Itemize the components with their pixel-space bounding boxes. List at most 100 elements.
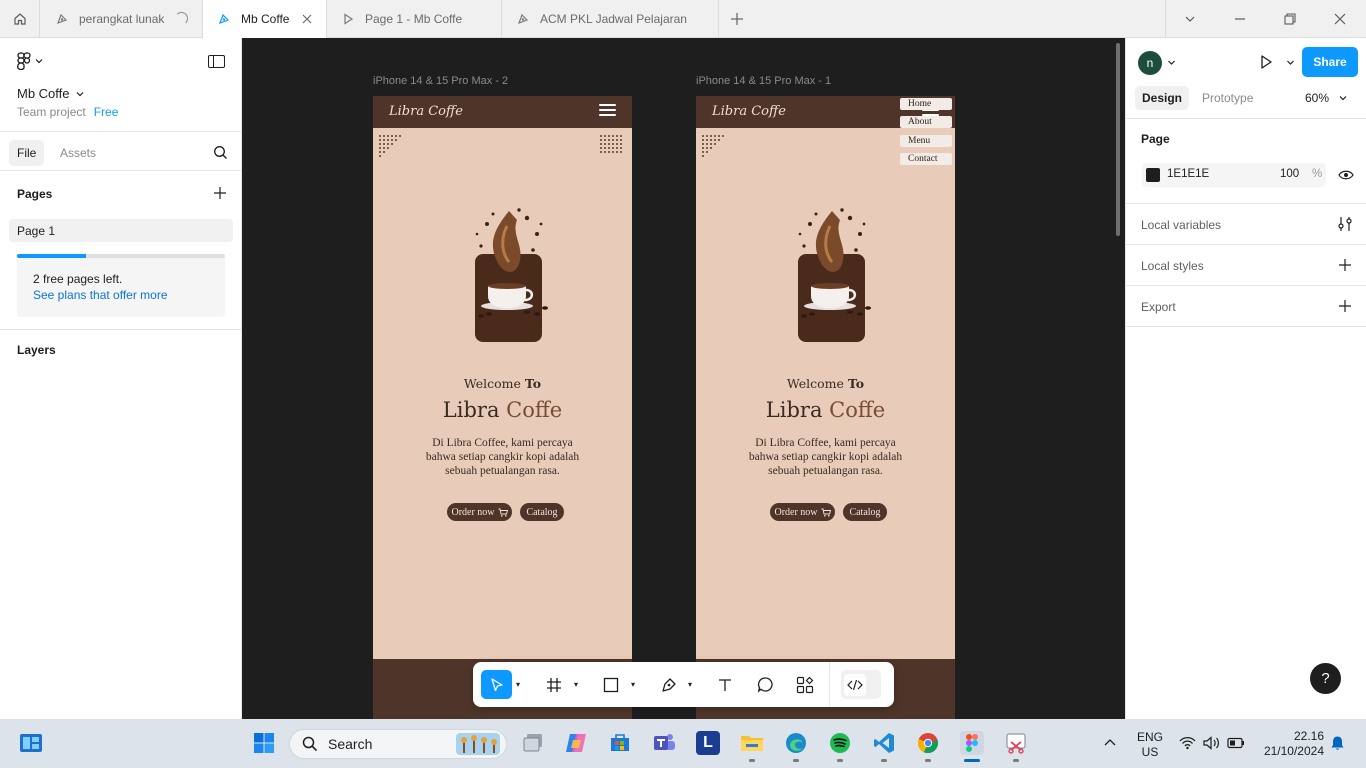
nav-item-home: Home: [900, 98, 952, 110]
home-tab[interactable]: [0, 0, 40, 38]
chevron-down-icon[interactable]: [1181, 10, 1199, 28]
opacity-value[interactable]: 100: [1280, 168, 1299, 180]
order-now-button: Order now: [447, 503, 512, 521]
volume-icon[interactable]: [1203, 736, 1220, 754]
actions-tool-button[interactable]: [793, 670, 817, 699]
toolbar-divider: [829, 662, 830, 707]
pen-tool-button[interactable]: [657, 670, 681, 699]
variables-adjust-icon[interactable]: [1338, 216, 1352, 235]
frame-header: Libra Coffe: [373, 96, 632, 128]
move-tool-button[interactable]: [481, 670, 512, 699]
clock[interactable]: 22.16 21/10/2024: [1258, 729, 1326, 759]
sidebar-toggle-icon[interactable]: [208, 55, 225, 68]
text-tool-button[interactable]: [713, 670, 737, 699]
chevron-down-icon[interactable]: [1286, 56, 1295, 70]
add-export-plus-icon[interactable]: [1338, 299, 1352, 316]
local-variables-title[interactable]: Local variables: [1141, 218, 1221, 232]
eye-icon[interactable]: [1338, 169, 1354, 184]
chevron-up-icon[interactable]: [1103, 736, 1117, 754]
chevron-down-icon[interactable]: ▾: [516, 670, 520, 699]
frame-label[interactable]: iPhone 14 & 15 Pro Max - 1: [696, 75, 831, 87]
spotify-icon[interactable]: [828, 731, 852, 755]
add-page-plus-icon[interactable]: [213, 186, 227, 203]
tab-assets[interactable]: Assets: [52, 140, 104, 166]
comment-tool-button[interactable]: [753, 670, 777, 699]
wifi-icon[interactable]: [1179, 736, 1196, 754]
new-tab-plus-icon[interactable]: [728, 10, 746, 28]
language-indicator[interactable]: ENG US: [1136, 730, 1164, 760]
iphone-frame-2[interactable]: Libra Coffe Welcome To Libra Coffe Di Li…: [373, 96, 632, 719]
user-avatar[interactable]: n: [1138, 51, 1162, 75]
pages-limit-card: 2 free pages left. See plans that offer …: [17, 254, 225, 317]
welcome-text: Welcome To: [786, 376, 865, 391]
color-swatch[interactable]: [1146, 168, 1160, 182]
export-title[interactable]: Export: [1141, 300, 1176, 314]
main-menu-button[interactable]: [17, 52, 43, 70]
chevron-down-icon[interactable]: [1167, 56, 1176, 70]
windows-start-icon[interactable]: [252, 731, 276, 755]
battery-icon[interactable]: [1227, 737, 1245, 753]
tab-label: Page 1 - Mb Coffe: [365, 12, 463, 26]
minimize-icon[interactable]: [1231, 10, 1249, 28]
dev-mode-toggle[interactable]: [841, 670, 881, 699]
browser-tab-bar: perangkat lunak Mb Coffe Page 1 - Mb Cof…: [0, 0, 1366, 38]
design-canvas[interactable]: iPhone 14 & 15 Pro Max - 2 Libra Coffe W…: [242, 38, 1124, 719]
frame-label[interactable]: iPhone 14 & 15 Pro Max - 2: [373, 75, 508, 87]
tab-mb-coffe[interactable]: Mb Coffe: [203, 0, 327, 38]
hex-value[interactable]: 1E1E1E: [1167, 168, 1209, 180]
file-explorer-icon[interactable]: [740, 731, 764, 755]
help-button[interactable]: ?: [1310, 663, 1341, 694]
dot-pattern-decoration: [702, 135, 724, 157]
tab-design[interactable]: Design: [1135, 86, 1190, 110]
chrome-icon[interactable]: [916, 731, 940, 755]
add-style-plus-icon[interactable]: [1338, 258, 1352, 275]
chevron-down-icon[interactable]: ▾: [574, 670, 578, 699]
page-list-item[interactable]: Page 1: [9, 219, 233, 242]
restore-icon[interactable]: [1281, 10, 1299, 28]
tab-prototype[interactable]: Prototype: [1195, 86, 1260, 110]
snipping-tool-icon[interactable]: [1004, 731, 1028, 755]
notification-bell-icon[interactable]: [1330, 735, 1345, 755]
edge-icon[interactable]: [784, 731, 808, 755]
chevron-down-icon: [1339, 96, 1347, 101]
vscode-icon[interactable]: [872, 731, 896, 755]
plan-badge[interactable]: Free: [94, 105, 119, 119]
rectangle-tool-button[interactable]: [599, 670, 623, 699]
page-background-field[interactable]: 1E1E1E 100 %: [1142, 163, 1326, 187]
tab-file[interactable]: File: [9, 140, 45, 166]
frame-icon: [547, 677, 561, 692]
frame-tool-button[interactable]: [542, 670, 566, 699]
taskbar-search-box[interactable]: Search: [289, 729, 507, 759]
widgets-icon[interactable]: [19, 731, 43, 755]
zoom-dropdown[interactable]: 60%: [1305, 91, 1347, 105]
page-section-title: Page: [1141, 132, 1170, 146]
tab-label: ACM PKL Jadwal Pelajaran: [540, 12, 687, 26]
tab-perangkat-lunak[interactable]: perangkat lunak: [41, 0, 203, 38]
search-icon[interactable]: [213, 145, 228, 163]
file-name[interactable]: Mb Coffe: [17, 86, 84, 101]
figma-logo-icon: [17, 52, 31, 70]
l-app-icon[interactable]: L: [696, 731, 720, 755]
search-placeholder: Search: [328, 736, 373, 752]
welcome-text: Welcome To: [463, 376, 542, 391]
teams-icon[interactable]: [652, 731, 676, 755]
divider: [0, 131, 241, 132]
see-plans-link[interactable]: See plans that offer more: [33, 288, 168, 302]
tab-acm-pkl[interactable]: ACM PKL Jadwal Pelajaran: [502, 0, 719, 38]
close-window-icon[interactable]: [1331, 10, 1349, 28]
present-play-icon[interactable]: [1258, 54, 1274, 73]
local-styles-title[interactable]: Local styles: [1141, 259, 1204, 273]
copilot-icon[interactable]: [564, 731, 588, 755]
task-view-icon[interactable]: [521, 731, 545, 755]
pages-title: Pages: [17, 187, 53, 201]
region-code: US: [1141, 745, 1159, 759]
microsoft-store-icon[interactable]: [608, 731, 632, 755]
iphone-frame-1[interactable]: Libra Coffe Home About Menu Contact Welc…: [696, 96, 955, 719]
tab-page-1-mb-coffe[interactable]: Page 1 - Mb Coffe: [327, 0, 502, 38]
share-button[interactable]: Share: [1302, 47, 1358, 77]
close-tab-icon[interactable]: [300, 12, 314, 26]
figma-app-icon[interactable]: [960, 731, 984, 755]
chevron-down-icon[interactable]: ▾: [631, 670, 635, 699]
canvas-scrollbar[interactable]: [1116, 43, 1120, 236]
chevron-down-icon[interactable]: ▾: [688, 670, 692, 699]
